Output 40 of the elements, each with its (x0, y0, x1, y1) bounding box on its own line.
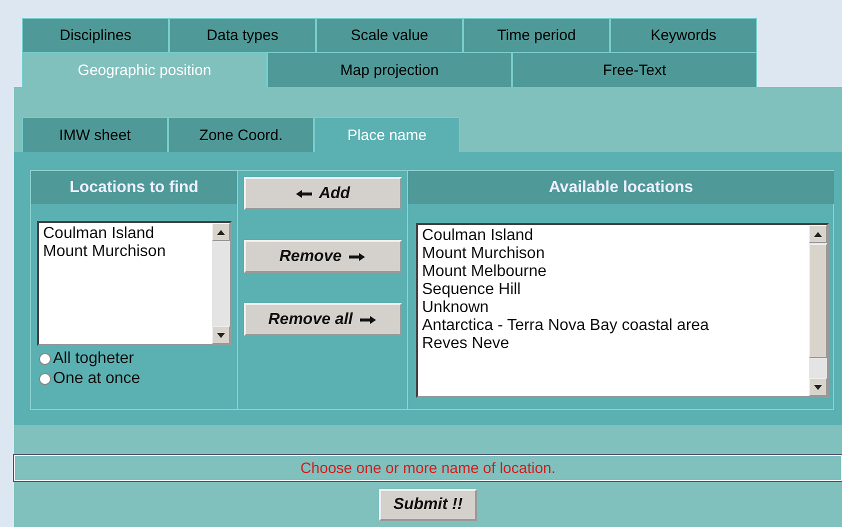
tab[interactable]: Data types (169, 18, 316, 52)
remove-button[interactable]: Remove all (244, 303, 402, 336)
scrollbar[interactable] (809, 225, 827, 396)
add-button[interactable]: Add (244, 177, 402, 210)
up-arrow-icon (217, 230, 225, 234)
arrow-icon (294, 188, 313, 198)
tab[interactable]: Disciplines (22, 18, 169, 52)
down-arrow-icon (217, 332, 225, 338)
list-item[interactable]: Sequence Hill (422, 281, 805, 299)
radio-button[interactable] (39, 353, 51, 365)
list-item[interactable]: Mount Murchison (43, 243, 208, 261)
list-item[interactable]: Coulman Island (43, 225, 208, 243)
list-box[interactable]: Coulman Island Mount Murchison (37, 221, 232, 346)
column-header: Available locations (408, 171, 834, 204)
arrow-icon (358, 314, 377, 324)
up-arrow-icon (814, 232, 822, 236)
column-header: Locations to find (31, 171, 237, 204)
radio-button[interactable] (39, 373, 51, 385)
tab[interactable]: Keywords (610, 18, 757, 52)
tab[interactable]: IMW sheet (22, 117, 168, 152)
submit-button[interactable]: Submit !! (379, 489, 477, 521)
tab[interactable]: Scale value (316, 18, 463, 52)
list-box[interactable]: Coulman Island Mount Murchison Mount Melbourne Sequence Hill Unknown Antarctica - Terra Nova Bay coastal area Reves Neve (416, 223, 829, 398)
radio-label[interactable]: All togheter (53, 350, 134, 368)
tab[interactable]: Zone Coord. (168, 117, 314, 152)
list-item[interactable]: Reves Neve (422, 335, 805, 353)
tab[interactable]: Time period (463, 18, 610, 52)
scrollbar[interactable] (212, 223, 230, 344)
list-item[interactable]: Mount Melbourne (422, 263, 805, 281)
arrow-icon (348, 252, 366, 262)
list-item[interactable]: Antarctica - Terra Nova Bay coastal area (422, 317, 805, 335)
radio-label[interactable]: One at once (53, 370, 140, 388)
list-item[interactable]: Mount Murchison (422, 245, 805, 263)
status-message: Choose one or more name of location. (14, 455, 842, 481)
remove-button[interactable]: Remove (244, 240, 402, 273)
down-arrow-icon (814, 384, 822, 390)
list-item[interactable]: Unknown (422, 299, 805, 317)
list-item[interactable]: Coulman Island (422, 227, 805, 245)
tab[interactable]: Map projection (267, 52, 512, 87)
tab[interactable]: Free-Text (512, 52, 757, 87)
